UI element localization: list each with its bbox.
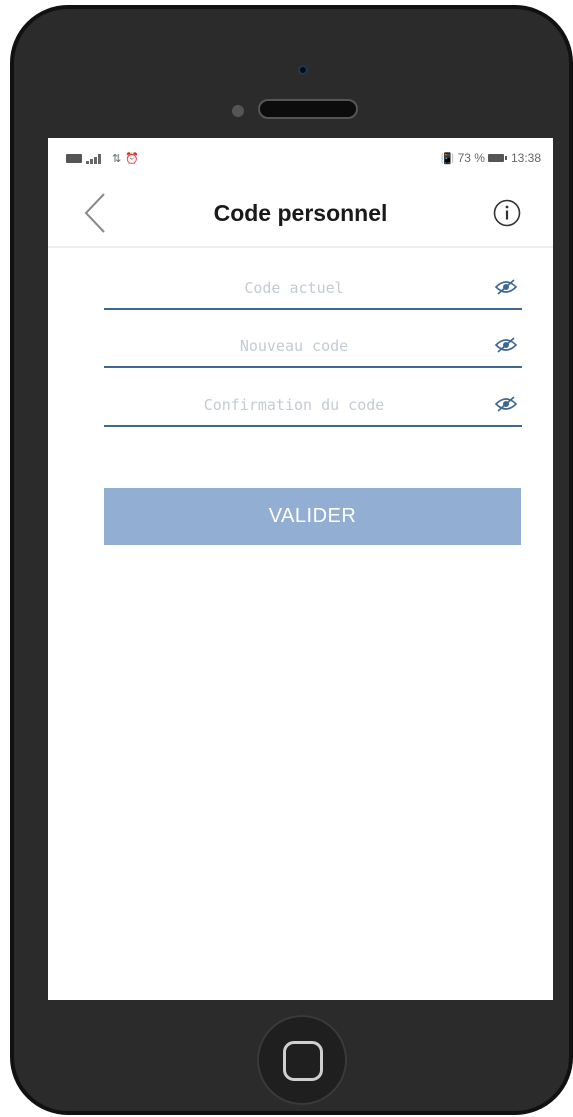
proximity-sensor [232,105,244,117]
info-button[interactable] [492,198,522,228]
app-header: Code personnel [48,178,553,248]
data-connection-icon: ⇅ [112,153,122,165]
confirm-code-input[interactable] [104,387,484,423]
new-code-field [104,328,522,368]
confirm-code-visibility-toggle[interactable] [494,395,518,413]
clock-time: 13:38 [510,151,541,165]
new-code-input[interactable] [104,328,484,364]
vibrate-icon: 📳 [440,152,455,165]
info-icon [493,199,521,227]
current-code-field [104,270,522,310]
eye-slash-icon [494,396,518,412]
app-screen: ⇅ ⏰ 📳 73 % 13:38 Code personnel VALIDER [48,138,553,1000]
earpiece-speaker [260,101,356,117]
front-camera [298,65,308,75]
page-title: Code personnel [213,200,388,226]
status-bar: ⇅ ⏰ 📳 73 % 13:38 [48,138,553,178]
eye-slash-icon [494,279,518,295]
current-code-input[interactable] [104,270,484,306]
battery-icon [487,154,507,162]
status-right: 📳 73 % 13:38 [441,151,541,165]
sim-card-icon [66,154,82,163]
current-code-underline [104,308,522,310]
eye-slash-icon [494,337,518,353]
confirm-code-underline [104,425,522,427]
confirm-code-field [104,387,522,427]
validate-button[interactable]: VALIDER [104,488,521,545]
alarm-clock-icon: ⏰ [125,153,139,165]
home-button[interactable] [257,1015,347,1105]
status-left: ⇅ ⏰ [66,152,139,165]
signal-strength-icon [86,153,108,164]
phone-frame: ⇅ ⏰ 📳 73 % 13:38 Code personnel VALIDER [10,5,573,1115]
new-code-visibility-toggle[interactable] [494,336,518,354]
home-button-inner [283,1041,323,1081]
new-code-underline [104,366,522,368]
current-code-visibility-toggle[interactable] [494,278,518,296]
battery-percent: 73 % [457,151,485,165]
